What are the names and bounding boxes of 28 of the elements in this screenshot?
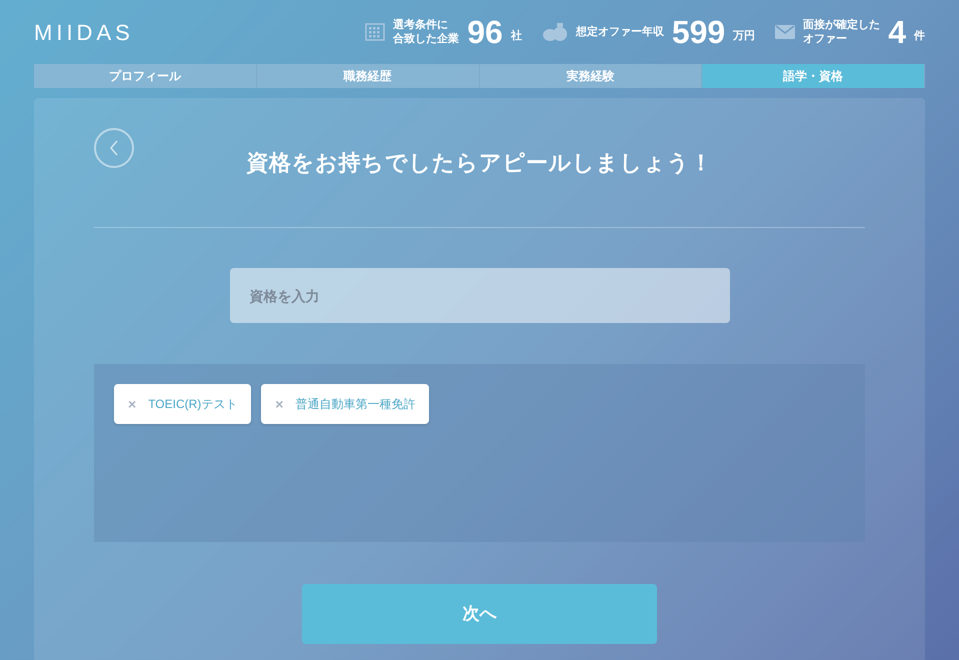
progress-step: プロフィール — [34, 64, 257, 88]
stat-label: 選考条件に — [393, 18, 450, 32]
stat-label: オファー — [803, 32, 848, 46]
stat-unit: 件 — [914, 28, 925, 44]
mail-icon — [775, 24, 796, 40]
page-title: 資格をお持ちでしたらアピールしましょう！ — [246, 149, 712, 177]
stat-value: 599 — [672, 16, 726, 48]
logo[interactable]: MIIDAS — [34, 16, 134, 48]
stat-value: 96 — [467, 16, 503, 48]
back-button[interactable] — [94, 128, 134, 168]
stat-unit: 社 — [510, 28, 522, 44]
next-button[interactable]: 次へ — [302, 584, 657, 644]
stat-value: 4 — [888, 16, 906, 48]
remove-tag-button[interactable]: × — [128, 394, 136, 414]
progress-step: 実務経験 — [480, 64, 702, 88]
tag-label: 普通自動車第一種免許 — [295, 396, 416, 413]
progress-step: 語学・資格 — [702, 64, 925, 88]
building-icon — [365, 23, 386, 41]
remove-tag-button[interactable]: × — [275, 394, 284, 414]
stat-unit: 万円 — [733, 28, 756, 44]
stat-label: 想定オファー年収 — [576, 25, 664, 39]
stat-label: 面接が確定した — [803, 18, 880, 32]
tag-label: TOEIC(R)テスト — [148, 396, 238, 413]
money-bag-icon — [542, 22, 568, 42]
stat-label: 合致した企業 — [393, 32, 460, 46]
chevron-left-icon — [109, 140, 119, 156]
progress-step: 職務経歴 — [256, 64, 480, 88]
qualification-input-field[interactable]: 資格を入力 — [230, 268, 730, 323]
